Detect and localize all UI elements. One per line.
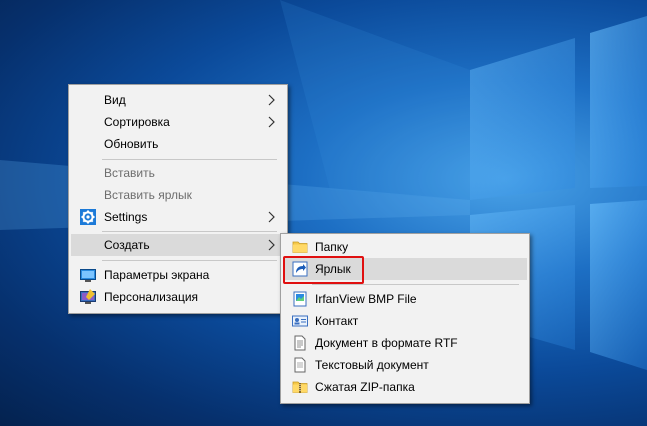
menu-item-sort[interactable]: Сортировка — [71, 111, 285, 133]
zip-folder-icon — [292, 381, 308, 393]
gear-icon — [80, 209, 96, 225]
menu-item-paste[interactable]: Вставить — [71, 162, 285, 184]
submenu-item-bmp-file-label: IrfanView BMP File — [315, 292, 417, 306]
submenu-item-zip-folder-label: Сжатая ZIP-папка — [315, 380, 415, 394]
menu-item-create[interactable]: Создать — [71, 234, 285, 256]
annotation-highlight-box — [283, 256, 364, 284]
personalization-icon — [80, 289, 96, 304]
menu-item-display-settings-label: Параметры экрана — [104, 268, 210, 282]
menu-item-personalization-label: Персонализация — [104, 290, 199, 304]
display-icon — [80, 269, 96, 282]
menu-separator — [102, 260, 277, 261]
submenu-item-contact[interactable]: Контакт — [283, 310, 527, 332]
contact-icon — [292, 315, 308, 327]
menu-separator — [102, 159, 277, 160]
submenu-item-folder[interactable]: Папку — [283, 236, 527, 258]
menu-item-settings[interactable]: Settings — [71, 206, 285, 228]
chevron-right-icon — [268, 239, 275, 251]
menu-item-paste-shortcut[interactable]: Вставить ярлык — [71, 184, 285, 206]
menu-separator — [102, 231, 277, 232]
submenu-item-bmp-file[interactable]: IrfanView BMP File — [283, 288, 527, 310]
chevron-right-icon — [268, 116, 275, 128]
menu-item-paste-label: Вставить — [104, 166, 155, 180]
menu-item-view[interactable]: Вид — [71, 89, 285, 111]
submenu-item-text-document[interactable]: Текстовый документ — [283, 354, 527, 376]
submenu-item-rtf-document[interactable]: Документ в формате RTF — [283, 332, 527, 354]
chevron-right-icon — [268, 211, 275, 223]
rtf-document-icon — [294, 335, 306, 351]
bmp-file-icon — [293, 291, 307, 307]
submenu-item-folder-label: Папку — [315, 240, 349, 254]
menu-item-display-settings[interactable]: Параметры экрана — [71, 264, 285, 286]
menu-item-settings-label: Settings — [104, 210, 148, 224]
folder-icon — [292, 241, 308, 253]
menu-item-refresh-label: Обновить — [104, 137, 159, 151]
submenu-item-contact-label: Контакт — [315, 314, 359, 328]
submenu-item-zip-folder[interactable]: Сжатая ZIP-папка — [283, 376, 527, 398]
menu-separator — [312, 284, 519, 285]
desktop-context-menu: Вид Сортировка Обновить Вставить Вставит… — [68, 84, 288, 314]
menu-item-view-label: Вид — [104, 93, 126, 107]
menu-item-refresh[interactable]: Обновить — [71, 133, 285, 155]
submenu-item-rtf-document-label: Документ в формате RTF — [315, 336, 458, 350]
chevron-right-icon — [268, 94, 275, 106]
menu-item-personalization[interactable]: Персонализация — [71, 286, 285, 308]
menu-item-create-label: Создать — [104, 238, 150, 252]
menu-item-paste-shortcut-label: Вставить ярлык — [104, 188, 192, 202]
menu-item-sort-label: Сортировка — [104, 115, 170, 129]
text-document-icon — [294, 357, 306, 373]
submenu-item-text-document-label: Текстовый документ — [315, 358, 429, 372]
